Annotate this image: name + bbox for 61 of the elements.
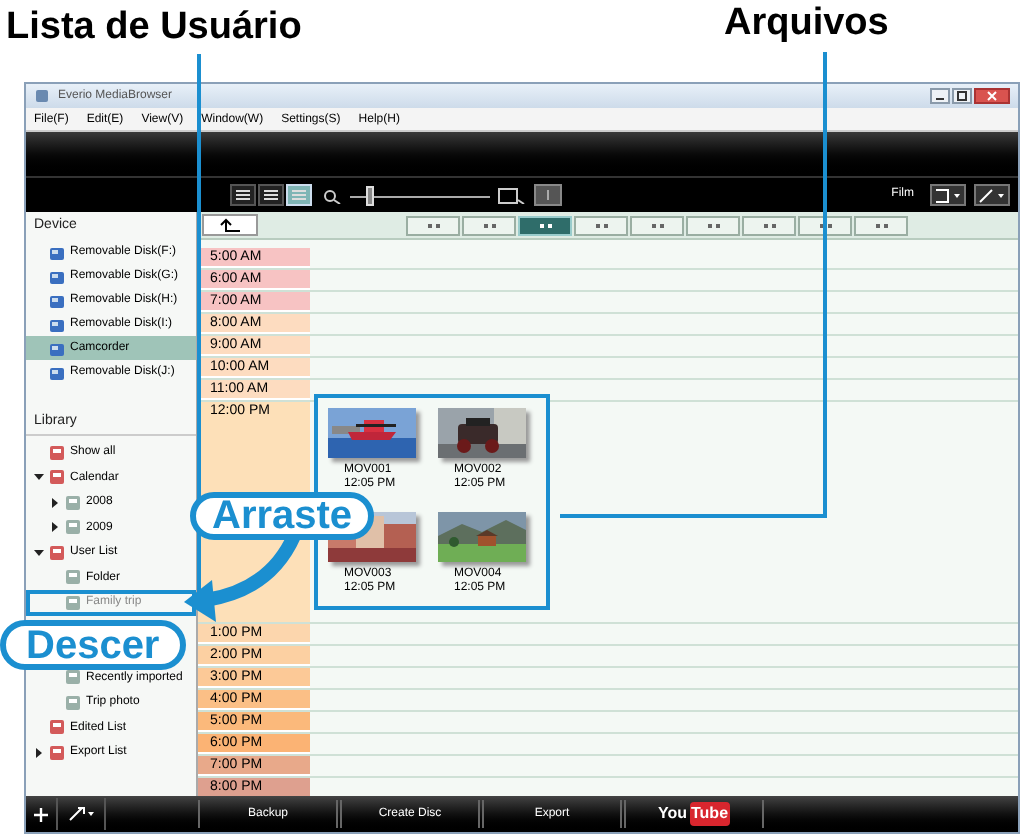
list-icon	[64, 518, 82, 537]
logo-text: You	[657, 802, 687, 826]
list-icon	[64, 668, 82, 687]
list-icon	[64, 593, 82, 612]
minimize-icon	[930, 88, 950, 104]
drive-icon	[48, 315, 66, 333]
app-icon	[34, 88, 50, 104]
list-icon	[290, 188, 308, 202]
nav-button[interactable]	[798, 215, 852, 235]
youtube-button[interactable]: You Tube	[624, 800, 764, 828]
dots-icon	[539, 221, 551, 229]
view-button[interactable]	[258, 184, 284, 206]
drive-icon	[48, 267, 66, 285]
drive-icon	[48, 243, 66, 261]
drive-icon	[48, 291, 66, 309]
plus-icon	[34, 807, 48, 821]
logo-text: Tube	[689, 802, 731, 826]
dots-icon	[651, 221, 663, 229]
zoom-out-icon	[322, 187, 342, 203]
dots-icon	[875, 221, 887, 229]
dots-icon	[763, 221, 775, 229]
maximize-icon	[952, 88, 972, 104]
nav-button[interactable]	[518, 215, 572, 235]
slider-thumb[interactable]	[365, 185, 374, 205]
nav-button[interactable]	[854, 215, 908, 235]
list-icon	[48, 543, 66, 562]
thumbnail-size-icon	[534, 184, 562, 206]
nav-button[interactable]	[574, 215, 628, 235]
list-icon	[234, 188, 252, 202]
dots-icon	[483, 221, 495, 229]
nav-button[interactable]	[630, 215, 684, 235]
close-icon	[974, 88, 1010, 104]
nav-button[interactable]	[686, 215, 740, 235]
up-button[interactable]	[202, 214, 258, 236]
dots-icon	[819, 221, 831, 229]
callout-label: Arraste	[190, 492, 375, 540]
callout-label: Descer	[0, 620, 186, 670]
list-icon	[64, 568, 82, 587]
list-icon	[64, 493, 82, 512]
nav-button[interactable]	[462, 215, 516, 235]
edit-dropdown[interactable]	[974, 184, 1010, 206]
view-button[interactable]	[230, 184, 256, 206]
list-icon	[262, 188, 280, 202]
list-icon	[48, 718, 66, 737]
drive-icon	[48, 339, 66, 357]
drive-icon	[48, 363, 66, 381]
sort-dropdown[interactable]	[930, 184, 966, 206]
dots-icon	[595, 221, 607, 229]
nav-button[interactable]	[742, 215, 796, 235]
list-icon	[64, 693, 82, 712]
up-arrow-icon	[220, 218, 240, 232]
list-icon	[48, 468, 66, 487]
zoom-slider[interactable]	[350, 185, 490, 205]
caret-icon	[934, 187, 962, 203]
callout-title: Arquivos	[724, 4, 889, 42]
list-icon	[48, 443, 66, 462]
list-icon	[48, 743, 66, 762]
dots-icon	[427, 221, 439, 229]
dots-icon	[707, 221, 719, 229]
nav-button[interactable]	[406, 215, 460, 235]
callout-title: Lista de Usuário	[6, 8, 302, 46]
